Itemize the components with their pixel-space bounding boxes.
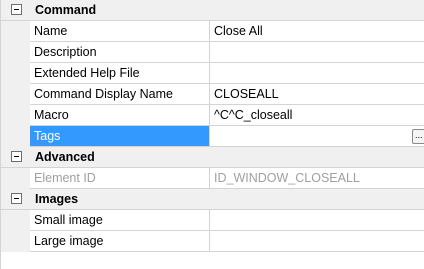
property-row-description[interactable]: Description [0, 42, 424, 63]
category-command[interactable]: Command [0, 0, 424, 21]
collapse-toggle-icon[interactable] [11, 151, 22, 162]
property-row-name[interactable]: Name Close All [0, 21, 424, 42]
category-images[interactable]: Images [0, 189, 424, 210]
property-label: Name [30, 21, 210, 42]
property-label: Command Display Name [30, 84, 210, 105]
category-label: Advanced [35, 150, 95, 164]
property-value-element-id: ID_WINDOW_CLOSEALL [210, 168, 424, 189]
property-row-extended-help[interactable]: Extended Help File [0, 63, 424, 84]
property-row-element-id: Element ID ID_WINDOW_CLOSEALL [0, 168, 424, 189]
property-value-name[interactable]: Close All [210, 21, 424, 42]
property-row-large-image[interactable]: Large image [0, 231, 424, 252]
property-grid: Command Name Close All Description Exten… [0, 0, 424, 269]
property-label: Small image [30, 210, 210, 231]
property-label: Macro [30, 105, 210, 126]
property-value-description[interactable] [210, 42, 424, 63]
category-advanced[interactable]: Advanced [0, 147, 424, 168]
property-value-macro[interactable]: ^C^C_closeall [210, 105, 424, 126]
property-value-tags[interactable]: ... [210, 126, 424, 147]
property-value-display-name[interactable]: CLOSEALL [210, 84, 424, 105]
collapse-toggle-icon[interactable] [11, 4, 22, 15]
property-label: Element ID [30, 168, 210, 189]
browse-button[interactable]: ... [412, 129, 424, 144]
property-label: Description [30, 42, 210, 63]
property-label: Tags [30, 126, 210, 147]
property-label: Extended Help File [30, 63, 210, 84]
property-row-display-name[interactable]: Command Display Name CLOSEALL [0, 84, 424, 105]
category-label: Images [35, 192, 79, 206]
property-row-macro[interactable]: Macro ^C^C_closeall [0, 105, 424, 126]
property-value-large-image[interactable] [210, 231, 424, 252]
property-value-extended-help[interactable] [210, 63, 424, 84]
property-row-small-image[interactable]: Small image [0, 210, 424, 231]
collapse-toggle-icon[interactable] [11, 193, 22, 204]
category-label: Command [35, 3, 97, 17]
property-row-tags[interactable]: Tags ... [0, 126, 424, 147]
property-value-small-image[interactable] [210, 210, 424, 231]
property-label: Large image [30, 231, 210, 252]
